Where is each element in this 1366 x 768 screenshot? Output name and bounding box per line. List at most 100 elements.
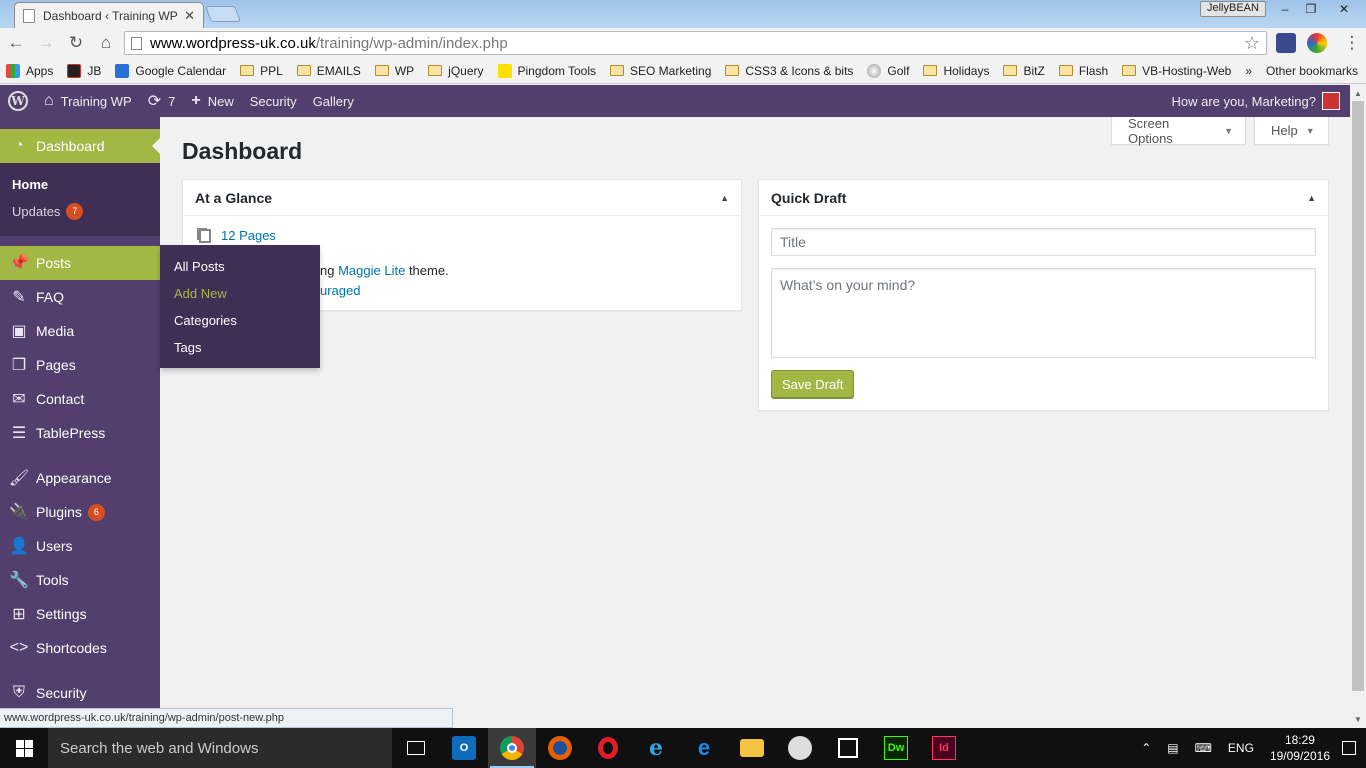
task-view-button[interactable] (392, 728, 440, 768)
ie-app[interactable]: e (632, 728, 680, 768)
address-bar[interactable]: www.wordpress-uk.co.uk/training/wp-admin… (124, 31, 1267, 55)
new-content-menu[interactable]: + New (183, 85, 241, 117)
updates-menu[interactable]: ⟳ 7 (140, 85, 184, 117)
gallery-menu[interactable]: Gallery (305, 85, 362, 117)
paint-app[interactable] (776, 728, 824, 768)
bookmark-jquery[interactable]: jQuery (428, 64, 484, 78)
file-explorer-app[interactable] (728, 728, 776, 768)
bookmark-seo[interactable]: SEO Marketing (610, 64, 711, 78)
sidebar-item-security[interactable]: ⛨ Security (0, 676, 160, 710)
bookmark-star-icon[interactable]: ☆ (1244, 33, 1260, 54)
sidebar-item-appearance[interactable]: 🖌 Appearance (0, 461, 160, 495)
chrome-app[interactable] (488, 728, 536, 768)
theme-link[interactable]: Maggie Lite (338, 263, 405, 278)
bookmark-apps[interactable]: Apps (6, 63, 53, 78)
screen-options-button[interactable]: Screen Options ▼ (1111, 116, 1246, 146)
widget-title[interactable]: At a Glance (183, 180, 741, 216)
action-center-icon[interactable] (1342, 741, 1356, 755)
sidebar-item-tablepress[interactable]: ☰ TablePress (0, 416, 160, 450)
folder-icon (610, 65, 624, 76)
language-indicator[interactable]: ENG (1228, 741, 1254, 755)
flyout-categories[interactable]: Categories (160, 307, 320, 334)
sidebar-item-settings[interactable]: ⊞ Settings (0, 597, 160, 631)
other-bookmarks[interactable]: Other bookmarks (1260, 64, 1358, 78)
bookmark-pingdom[interactable]: Pingdom Tools (497, 63, 596, 78)
scroll-down-icon[interactable]: ▼ (1354, 715, 1362, 724)
site-name-menu[interactable]: ⌂ Training WP (36, 85, 140, 117)
close-tab-icon[interactable]: ✕ (184, 8, 195, 24)
bookmark-ppl[interactable]: PPL (240, 64, 283, 78)
flyout-all-posts[interactable]: All Posts (160, 253, 320, 280)
bookmark-emails[interactable]: EMAILS (296, 64, 361, 78)
minimize-icon[interactable]: – (1272, 0, 1298, 18)
extension-icon[interactable] (1276, 33, 1296, 53)
sidebar-item-media[interactable]: ▣ Media (0, 314, 160, 348)
bookmark-vb-hosting[interactable]: VB-Hosting-Web (1122, 64, 1231, 78)
draft-title-input[interactable]: Title (771, 228, 1316, 256)
save-draft-button[interactable]: Save Draft (771, 370, 855, 398)
store-app[interactable] (824, 728, 872, 768)
sidebar-item-plugins[interactable]: 🔌 Plugins 6 (0, 495, 160, 529)
restore-icon[interactable]: ❐ (1298, 0, 1324, 18)
folder-icon (740, 739, 764, 757)
bookmark-css3[interactable]: CSS3 & Icons & bits (725, 64, 853, 78)
new-tab-button[interactable] (205, 6, 241, 22)
bookmark-google-calendar[interactable]: Google Calendar (115, 63, 226, 78)
help-button[interactable]: Help ▼ (1254, 117, 1329, 145)
my-account-menu[interactable]: How are you, Marketing? (1171, 85, 1340, 117)
home-icon[interactable]: ⌂ (92, 29, 120, 57)
discouraged-link[interactable]: uraged (320, 283, 360, 298)
bookmark-holidays[interactable]: Holidays (923, 64, 989, 78)
dreamweaver-app[interactable]: Dw (872, 728, 920, 768)
collapse-toggle-icon[interactable]: ▲ (720, 193, 729, 203)
forward-arrow-icon[interactable]: → (32, 29, 60, 57)
browser-tab-active[interactable]: Dashboard ‹ Training WP ✕ (14, 2, 204, 28)
firefox-icon (548, 736, 572, 760)
firefox-app[interactable] (536, 728, 584, 768)
clock[interactable]: 18:29 19/09/2016 (1270, 732, 1330, 764)
bookmark-flash[interactable]: Flash (1058, 64, 1108, 78)
sidebar-item-posts[interactable]: 📌 Posts (0, 246, 168, 280)
chrome-icon (500, 736, 524, 760)
bookmark-golf[interactable]: Golf (867, 63, 909, 78)
back-arrow-icon[interactable]: ← (2, 29, 30, 57)
keyboard-icon[interactable]: ⌨ (1195, 741, 1212, 755)
widget-title[interactable]: Quick Draft (759, 180, 1328, 216)
sidebar-item-contact[interactable]: ✉ Contact (0, 382, 160, 416)
collapse-toggle-icon[interactable]: ▲ (1307, 193, 1316, 203)
close-window-icon[interactable]: ✕ (1324, 0, 1364, 18)
wp-logo-menu[interactable]: W (0, 85, 36, 117)
pages-count-link[interactable]: 12 Pages (221, 228, 276, 243)
bookmark-bitz[interactable]: BitZ (1003, 64, 1045, 78)
profile-button[interactable]: JellyBEAN (1200, 1, 1266, 17)
sidebar-item-dashboard[interactable]: ◔ Dashboard (0, 129, 160, 163)
security-menu[interactable]: Security (242, 85, 305, 117)
bookmark-wp[interactable]: WP (374, 64, 414, 78)
sidebar-item-tools[interactable]: 🔧 Tools (0, 563, 160, 597)
sidebar-item-faq[interactable]: ✎ FAQ (0, 280, 160, 314)
chevron-up-icon[interactable]: ⌃ (1141, 741, 1151, 755)
extension-color-icon[interactable] (1307, 33, 1327, 53)
menu-icon[interactable]: ⋮ (1338, 29, 1366, 57)
submenu-home[interactable]: Home (0, 171, 160, 198)
bookmarks-overflow[interactable]: » (1245, 64, 1252, 78)
scrollbar-thumb[interactable] (1352, 101, 1364, 691)
network-icon[interactable]: ▤ (1167, 741, 1178, 755)
sidebar-item-shortcodes[interactable]: <> Shortcodes (0, 631, 160, 665)
scroll-up-icon[interactable]: ▲ (1354, 89, 1362, 98)
submenu-updates[interactable]: Updates 7 (0, 198, 160, 225)
bookmark-jb[interactable]: JB (67, 63, 101, 78)
sidebar-item-users[interactable]: 👤 Users (0, 529, 160, 563)
outlook-app[interactable]: O (440, 728, 488, 768)
taskbar-search-box[interactable]: Search the web and Windows (48, 728, 392, 768)
indesign-app[interactable]: Id (920, 728, 968, 768)
reload-icon[interactable]: ↻ (62, 29, 90, 57)
sidebar-item-pages[interactable]: ❐ Pages (0, 348, 160, 382)
start-button[interactable] (0, 728, 48, 768)
flyout-add-new[interactable]: Add New (160, 280, 320, 307)
draft-content-textarea[interactable]: What’s on your mind? (771, 268, 1316, 358)
page-scrollbar[interactable]: ▲ ▼ (1350, 85, 1366, 728)
opera-app[interactable] (584, 728, 632, 768)
edge-app[interactable]: e (680, 728, 728, 768)
flyout-tags[interactable]: Tags (160, 334, 320, 361)
